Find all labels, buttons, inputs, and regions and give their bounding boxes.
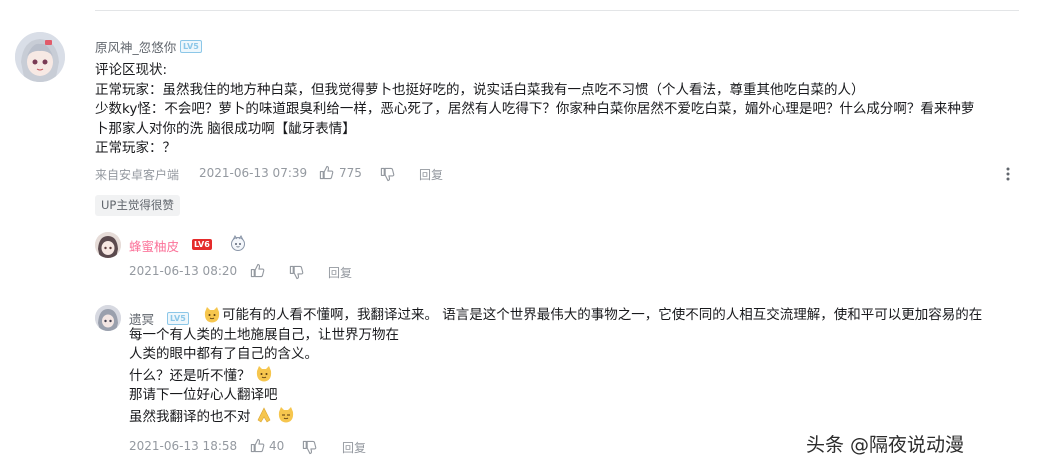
reply-line: 每一个有人类的土地施展自己，让世界万物在 [129, 326, 399, 343]
comment-content: 评论区现状: 正常玩家：虽然我住的地方种白菜，但我觉得萝卜也挺好吃的，说实话白菜… [95, 61, 974, 159]
comment-line: 少数ky怪：不会吧？萝卜的味道跟臭利给一样，恶心死了，居然有人吃得下？你家种白菜… [95, 101, 975, 118]
thumbs-up-icon[interactable] [250, 263, 265, 278]
comment-line: 评论区现状: [95, 62, 168, 78]
username[interactable]: 原风神_忽悠你 [95, 37, 176, 56]
cat-emoji-icon [256, 365, 271, 382]
thumbs-down-icon[interactable] [289, 265, 304, 280]
avatar[interactable] [95, 305, 121, 331]
reply-line: 可能有的人看不懂啊，我翻译过来。 语言是这个世界最伟大的事物之一，它使不同的人相… [222, 307, 983, 323]
reply-button[interactable]: 回复 [419, 166, 443, 183]
timestamp: 2021-06-13 07:39 [199, 166, 308, 180]
more-options-icon[interactable] [1006, 166, 1010, 182]
reply-button[interactable]: 回复 [342, 439, 366, 456]
avatar[interactable] [95, 232, 121, 258]
level-badge: LV6 [192, 239, 212, 250]
source-label: 来自安卓客户端 [95, 168, 180, 182]
thumbs-up-icon[interactable] [250, 438, 265, 453]
avatar-image-icon [95, 305, 121, 331]
username[interactable]: 蜂蜜柚皮 [129, 236, 179, 255]
like-count: 775 [339, 166, 362, 180]
fan-badge-icon [231, 235, 245, 251]
cat-emoji-icon [278, 406, 294, 423]
reply-line: 虽然我翻译的也不对 [129, 406, 982, 428]
reply-button[interactable]: 回复 [328, 264, 352, 281]
cat-emoji-icon [204, 307, 220, 323]
reply-line: 可能有的人看不懂啊，我翻译过来。 语言是这个世界最伟大的事物之一，它使不同的人相… [129, 306, 982, 326]
thumbs-up-icon[interactable] [319, 165, 334, 180]
reply-line: 那请下一位好心人翻译吧 [129, 387, 278, 404]
comment-line: 正常玩家：虽然我住的地方种白菜，但我觉得萝卜也挺好吃的，说实话白菜我有一点吃不习… [95, 81, 865, 98]
up-liked-chip: UP主觉得很赞 [95, 195, 180, 216]
avatar[interactable] [15, 32, 65, 82]
timestamp: 2021-06-13 08:20 [129, 264, 238, 278]
reply-line: 什么？还是听不懂？ [129, 365, 982, 387]
reply-line: 人类的眼中都有了自己的含义。 [129, 346, 318, 363]
avatar-image-icon [95, 232, 121, 258]
watermark: 头条 @隔夜说动漫 [806, 434, 965, 456]
thumbs-down-icon[interactable] [380, 167, 395, 182]
divider [95, 10, 1019, 11]
avatar-image-icon [15, 32, 65, 82]
reply-content: 可能有的人看不懂啊，我翻译过来。 语言是这个世界最伟大的事物之一，它使不同的人相… [129, 306, 982, 428]
pray-emoji-icon [257, 407, 271, 423]
reply-line: 虽然我翻译的也不对 [129, 408, 251, 425]
thumbs-down-icon[interactable] [302, 440, 317, 455]
like-count: 40 [269, 439, 285, 453]
comment-line: 正常玩家：？ [95, 140, 176, 157]
timestamp: 2021-06-13 18:58 [129, 439, 238, 453]
reply-line: 什么？还是听不懂？ [129, 367, 251, 384]
comment-line: 卜那家人对你的洗 脑很成功啊【龇牙表情】 [95, 120, 356, 137]
level-badge: LV5 [180, 40, 202, 53]
